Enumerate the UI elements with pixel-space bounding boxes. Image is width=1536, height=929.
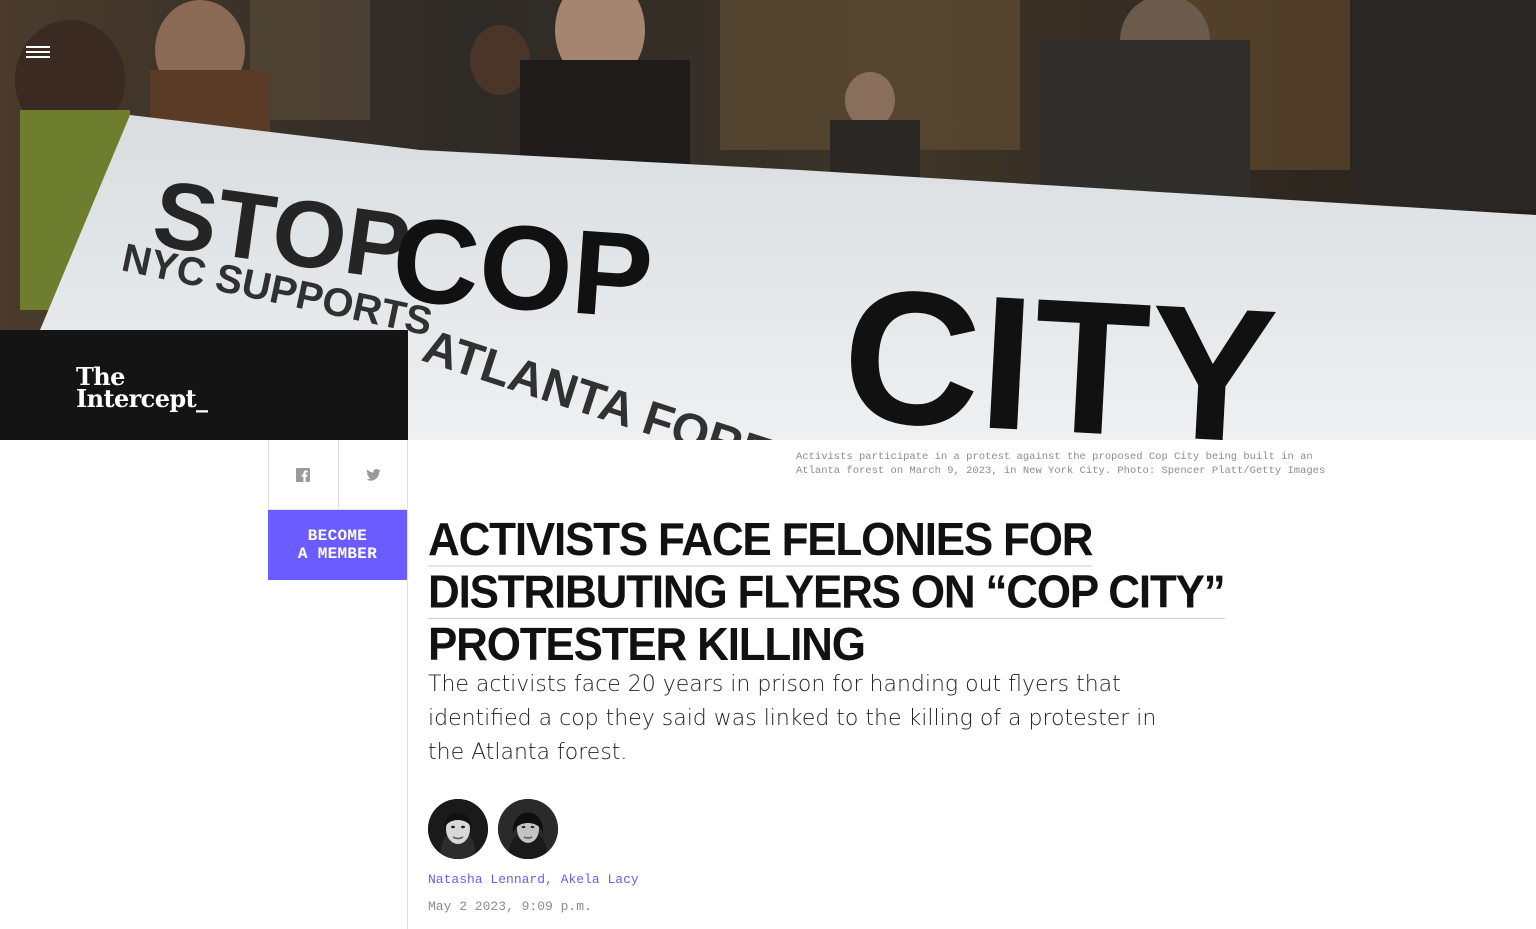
- become-member-line-1: BECOME: [307, 527, 368, 545]
- facebook-icon: [296, 467, 311, 482]
- author-link[interactable]: Natasha Lennard: [428, 872, 545, 887]
- menu-button[interactable]: [26, 44, 54, 66]
- author-avatars: [428, 799, 558, 859]
- photo-caption: Activists participate in a protest again…: [796, 451, 1326, 477]
- twitter-share-button[interactable]: [339, 440, 409, 509]
- headline-line-2: DISTRIBUTING FLYERS ON “COP CITY”: [428, 566, 1226, 619]
- hamburger-menu-icon: [26, 46, 50, 48]
- headline-line-3: PROTESTER KILLING: [428, 619, 866, 671]
- facebook-share-button[interactable]: [269, 440, 339, 509]
- avatar[interactable]: [428, 799, 488, 859]
- author-portrait-icon: [428, 799, 488, 859]
- author-separator: ,: [545, 872, 553, 887]
- article-dek: The activists face 20 years in prison fo…: [428, 672, 1157, 765]
- logo-line-2: Intercept_: [76, 384, 208, 413]
- publish-date: May 2 2023, 9:09 p.m.: [428, 899, 592, 914]
- article-headline: ACTIVISTS FACE FELONIES FOR DISTRIBUTING…: [428, 514, 1258, 672]
- twitter-icon: [366, 468, 381, 481]
- headline-line-1: ACTIVISTS FACE FELONIES FOR: [428, 514, 1094, 567]
- rail-divider: [407, 440, 408, 929]
- become-member-line-2: A MEMBER: [297, 545, 378, 563]
- author-portrait-icon: [498, 799, 558, 859]
- become-member-button[interactable]: BECOME A MEMBER: [268, 510, 407, 580]
- hamburger-line: [26, 56, 50, 58]
- avatar[interactable]: [498, 799, 558, 859]
- svg-text:CITY: CITY: [838, 249, 1281, 440]
- author-link[interactable]: Akela Lacy: [561, 872, 639, 887]
- logo-block[interactable]: The Intercept_: [0, 330, 408, 440]
- hero-image: STOP COP CITY NYC SUPPORTS ATLANTA FORES…: [0, 0, 1536, 440]
- share-bar: [268, 440, 408, 510]
- site-logo[interactable]: The Intercept_: [76, 365, 208, 413]
- author-bylines: Natasha Lennard, Akela Lacy: [428, 872, 639, 887]
- hamburger-line: [26, 51, 50, 53]
